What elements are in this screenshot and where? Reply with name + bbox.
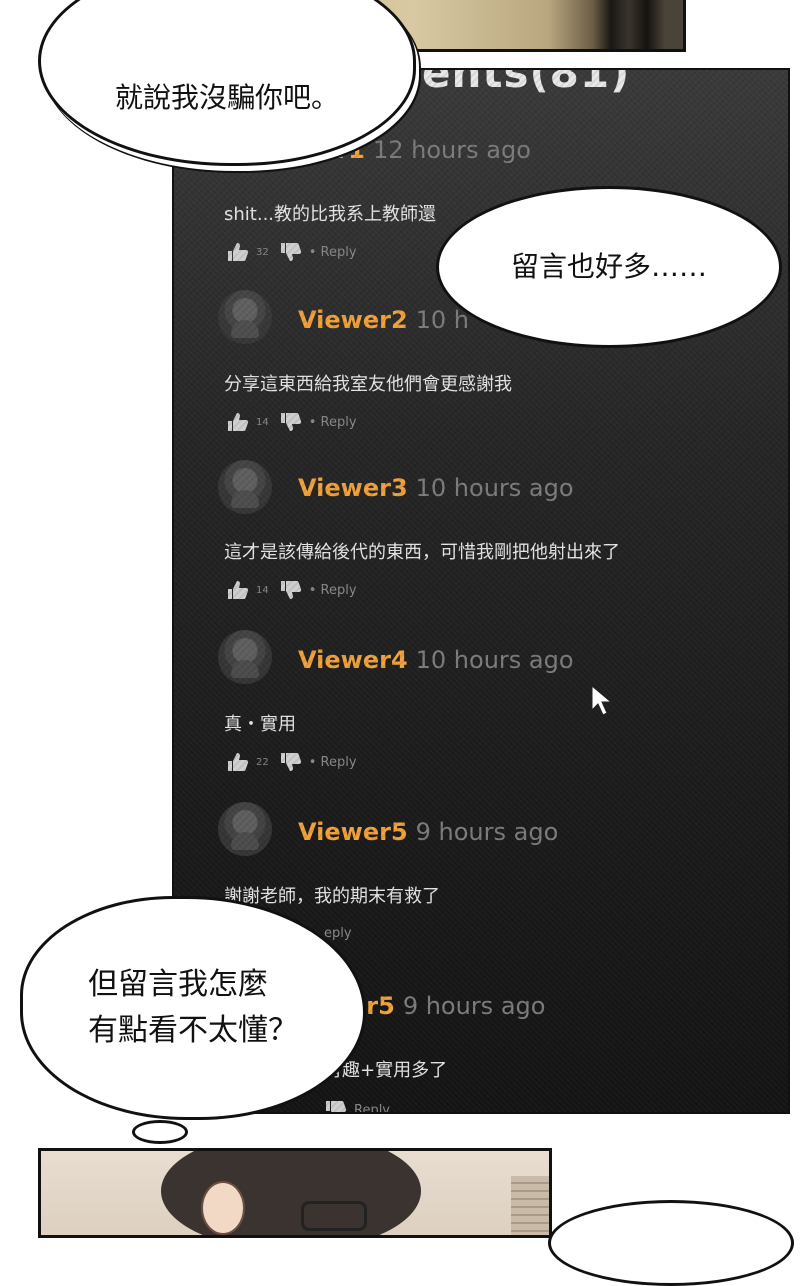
comment-text: 真・實用 — [224, 714, 296, 735]
speech-bubble-2: 留言也好多…… — [436, 186, 782, 348]
reply-link[interactable]: • Reply — [309, 415, 357, 430]
like-count: 14 — [256, 584, 269, 596]
comment-user-line: Viewer4 10 hours ago — [298, 646, 574, 674]
character-ear — [201, 1181, 245, 1235]
thought-text: 但留言我怎麼 有點看不太懂？ — [88, 967, 298, 1048]
reply-link[interactable]: • Reply — [309, 583, 357, 598]
comment-time: 9 hours ago — [402, 992, 546, 1020]
comment-actions: 32 • Reply — [226, 242, 357, 262]
books-stack — [511, 1176, 549, 1235]
character-glasses — [301, 1201, 367, 1231]
like-count: 22 — [256, 756, 269, 768]
cursor-icon — [591, 684, 613, 716]
avatar-icon — [218, 802, 272, 856]
like-count: 14 — [256, 416, 269, 428]
thumbs-up-icon[interactable] — [226, 412, 250, 432]
comment-text: shit...教的比我系上教師還 — [224, 204, 437, 225]
character-hair — [161, 1151, 421, 1235]
avatar-icon — [218, 290, 272, 344]
comments-title: ents(81) — [422, 68, 631, 97]
thumbs-down-icon[interactable] — [279, 580, 303, 600]
thought-bubble-tail — [132, 1120, 188, 1144]
thumbs-up-icon[interactable] — [226, 580, 250, 600]
thumbs-down-icon[interactable] — [279, 242, 303, 262]
comment-text: 分享這東西給我室友他們會更感謝我 — [224, 374, 512, 395]
comment-user-line: er5 9 hours ago — [350, 992, 545, 1020]
comment-actions: Reply — [324, 1100, 390, 1114]
like-count: 32 — [256, 246, 269, 258]
reply-link[interactable]: • Reply — [309, 245, 357, 260]
avatar-icon — [218, 460, 272, 514]
thumbs-down-icon[interactable] — [279, 412, 303, 432]
comment-actions: 22 • Reply — [226, 752, 357, 772]
comment-username[interactable]: Viewer3 — [298, 474, 408, 502]
reply-link[interactable]: eply — [324, 926, 352, 941]
comment-actions: 14 • Reply — [226, 580, 357, 600]
comment-actions: 14 • Reply — [226, 412, 357, 432]
avatar-icon — [218, 630, 272, 684]
comment-time: 10 h — [415, 306, 470, 334]
comment-time: 10 hours ago — [415, 646, 574, 674]
reply-link[interactable]: • Reply — [309, 755, 357, 770]
comment-time: 9 hours ago — [415, 818, 559, 846]
comment-username[interactable]: Viewer2 — [298, 306, 408, 334]
thought-bubble: 但留言我怎麼 有點看不太懂？ — [20, 896, 366, 1120]
speech-text-2: 留言也好多…… — [510, 250, 707, 283]
comment-username[interactable]: Viewer4 — [298, 646, 408, 674]
thumbs-up-icon[interactable] — [226, 242, 250, 262]
thumbs-down-icon[interactable] — [324, 1100, 348, 1114]
bottom-comic-panel — [38, 1148, 552, 1238]
comment-username[interactable]: Viewer5 — [298, 818, 408, 846]
comment-time: 12 hours ago — [372, 136, 531, 164]
comment-time: 10 hours ago — [415, 474, 574, 502]
comment-user-line: Viewer5 9 hours ago — [298, 818, 558, 846]
comment-user-line: Viewer2 10 h — [298, 306, 469, 334]
comment-actions: eply — [324, 926, 352, 941]
thumbs-down-icon[interactable] — [279, 752, 303, 772]
reply-link[interactable]: Reply — [354, 1103, 390, 1113]
comment-text: 謝謝老師，我的期末有救了 — [224, 886, 440, 907]
comment-user-line: Viewer3 10 hours ago — [298, 474, 574, 502]
speech-bubble-partial — [548, 1200, 794, 1286]
speech-text-1: 就說我沒騙你吧。 — [114, 81, 339, 114]
comment-text: 這才是該傳給後代的東西，可惜我剛把他射出來了 — [224, 542, 620, 563]
thumbs-up-icon[interactable] — [226, 752, 250, 772]
